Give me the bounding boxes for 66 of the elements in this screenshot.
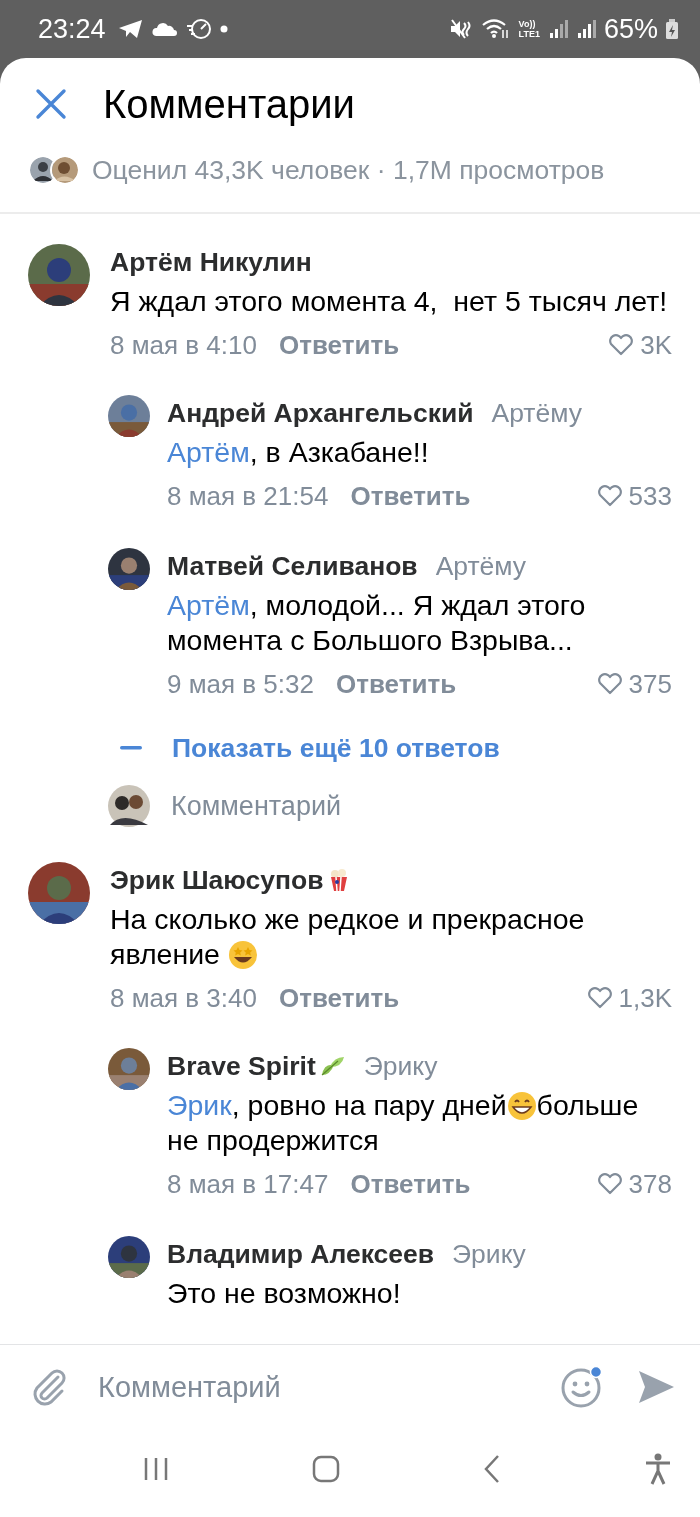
comment-text: Эрик, ровно на пару дней больше не продержится [167, 1088, 640, 1158]
reply-field[interactable]: Комментарий [171, 790, 342, 822]
grin-emoji-icon [506, 1091, 537, 1121]
page-title: Комментарии [103, 81, 355, 127]
mute-icon [448, 18, 473, 40]
reply-target[interactable]: Артёму [491, 397, 582, 429]
like-button[interactable]: 378 [596, 1168, 672, 1200]
author-name[interactable]: Эрик Шаюсупов [110, 864, 324, 896]
status-time: 23:24 [38, 13, 106, 45]
comment-text: Я ждал этого момента 4, нет 5 тысяч лет! [110, 284, 669, 319]
heart-icon [608, 334, 635, 356]
like-button[interactable]: 3K [608, 329, 672, 361]
mention-link[interactable]: Артём [167, 436, 250, 468]
accessibility-icon[interactable] [644, 1453, 672, 1485]
heart-icon [586, 987, 613, 1009]
wifi-icon [480, 18, 511, 40]
comment-text: Артём, в Азкабане!! [167, 435, 430, 470]
author-name[interactable]: Матвей Селиванов [167, 550, 418, 582]
reply-link[interactable]: Ответить [278, 982, 400, 1014]
comment-text: На сколько же редкое и прекрасное явление [110, 902, 586, 972]
reply-link[interactable]: Ответить [278, 329, 400, 361]
like-button[interactable]: 1,3K [586, 982, 672, 1014]
battery-icon [666, 19, 678, 39]
reply-target[interactable]: Эрику [363, 1050, 438, 1082]
paper-plane-icon [117, 18, 144, 40]
comment-input[interactable]: Комментарий [98, 1370, 544, 1404]
smile-icon[interactable] [560, 1365, 604, 1409]
recent-apps-icon[interactable] [142, 1456, 170, 1482]
signal-icon [547, 19, 568, 39]
cloud-icon [151, 21, 178, 37]
minus-icon [120, 746, 142, 750]
gauge-icon [185, 18, 212, 40]
rating-stats: Оценил 43,3K человек · 1,7M просмотров [92, 154, 605, 186]
battery-level: 65% [603, 13, 658, 45]
author-name[interactable]: Андрей Архангельский [167, 397, 474, 429]
heart-icon [596, 673, 623, 695]
author-name[interactable]: Brave Spirit [167, 1050, 316, 1082]
heart-icon [596, 1173, 623, 1195]
author-name[interactable]: Владимир Алексеев [167, 1238, 435, 1270]
show-more-replies[interactable]: Показать ещё 10 ответов [0, 730, 500, 766]
network-label: Vo)) LTE1 [518, 19, 540, 39]
reply-target[interactable]: Эрику [452, 1238, 526, 1270]
comment-text: Это не возможно! [167, 1276, 402, 1311]
reply-target[interactable]: Артёму [435, 550, 527, 582]
close-button[interactable] [35, 88, 67, 120]
back-icon[interactable] [482, 1454, 502, 1484]
star-eyes-emoji-icon [227, 940, 258, 970]
reply-link[interactable]: Ответить [335, 668, 457, 700]
reply-link[interactable]: Ответить [350, 480, 471, 512]
author-name[interactable]: Артём Никулин [110, 246, 312, 278]
comment-date: 8 мая в 4:10 [110, 329, 257, 361]
comment-text: Артём, молодой... Я ждал этого момента с Большого Взрыва... [167, 588, 587, 658]
like-button[interactable]: 375 [596, 668, 672, 700]
signal-icon [575, 19, 596, 39]
like-button[interactable]: 533 [596, 480, 672, 512]
dot-icon [219, 25, 228, 33]
comment-date: 9 мая в 5:32 [167, 668, 314, 700]
leaf-icon [319, 1055, 346, 1077]
heart-icon [596, 485, 623, 507]
comment-date: 8 мая в 17:47 [167, 1168, 329, 1200]
reply-link[interactable]: Ответить [350, 1168, 471, 1200]
comment-date: 8 мая в 21:54 [167, 480, 329, 512]
mention-link[interactable]: Артём [167, 589, 250, 621]
home-icon[interactable] [312, 1455, 340, 1483]
mention-link[interactable]: Эрик [167, 1089, 232, 1121]
comment-date: 8 мая в 3:40 [110, 982, 257, 1014]
